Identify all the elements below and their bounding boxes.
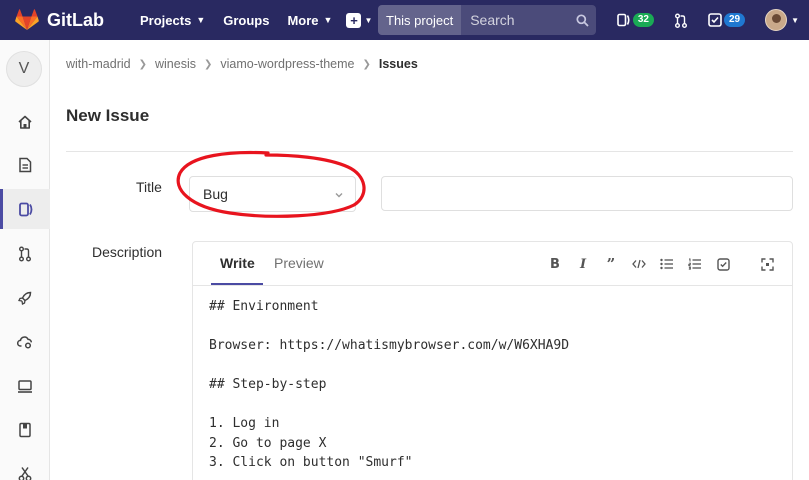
- todo-icon: [708, 13, 722, 27]
- sidebar-item-snippets[interactable]: [0, 454, 50, 480]
- search-box[interactable]: This project Search: [378, 5, 596, 35]
- book-icon: [19, 422, 31, 438]
- nav-groups-label: Groups: [223, 12, 270, 28]
- issues-icon: [19, 202, 33, 216]
- breadcrumb-link[interactable]: viamo-wordpress-theme: [220, 57, 354, 71]
- tab-write[interactable]: Write: [220, 255, 255, 271]
- nav-groups[interactable]: Groups: [214, 0, 278, 40]
- nav-merge-requests[interactable]: [662, 0, 700, 40]
- sidebar-item-operations[interactable]: [0, 322, 50, 362]
- active-tab-indicator: [211, 283, 263, 285]
- breadcrumb-link[interactable]: winesis: [155, 57, 196, 71]
- nav-issues[interactable]: 32: [609, 0, 662, 40]
- chevron-down-icon: ▼: [364, 15, 373, 25]
- nav-projects[interactable]: Projects ▼: [131, 0, 214, 40]
- issue-template-select[interactable]: Bug: [189, 176, 356, 212]
- bold-icon[interactable]: B: [547, 256, 563, 272]
- nav-more-label: More: [287, 12, 319, 28]
- quote-icon[interactable]: ”: [603, 255, 619, 273]
- nav-more[interactable]: More ▼: [278, 0, 341, 40]
- issue-template-value: Bug: [203, 186, 228, 202]
- bullet-list-icon[interactable]: [659, 256, 675, 272]
- gitlab-logo[interactable]: GitLab: [15, 9, 104, 31]
- nav-projects-label: Projects: [140, 12, 192, 28]
- scissors-icon: [18, 467, 32, 480]
- issue-title-input[interactable]: [381, 176, 793, 211]
- description-label: Description: [92, 244, 163, 260]
- sidebar-item-repository[interactable]: [0, 145, 50, 185]
- breadcrumb-current[interactable]: Issues: [379, 57, 418, 71]
- divider: [66, 151, 793, 152]
- chevron-right-icon: ❯: [138, 58, 147, 70]
- merge-request-icon: [674, 13, 687, 28]
- sidebar-item-project[interactable]: [0, 102, 50, 142]
- todos-count-badge: 29: [723, 13, 746, 27]
- tab-preview[interactable]: Preview: [274, 255, 324, 271]
- search-icon: [568, 13, 596, 27]
- breadcrumb-link[interactable]: with-madrid: [66, 57, 131, 71]
- sidebar-item-environments[interactable]: [0, 366, 50, 406]
- chevron-right-icon: ❯: [204, 58, 213, 70]
- app-name: GitLab: [47, 9, 104, 30]
- sidebar-item-ci-cd[interactable]: [0, 278, 50, 318]
- project-sidebar: V: [0, 40, 50, 480]
- breadcrumb: with-madrid ❯ winesis ❯ viamo-wordpress-…: [66, 57, 418, 71]
- rocket-icon: [18, 291, 32, 305]
- merge-requests-icon: [19, 246, 31, 262]
- issues-count-badge: 32: [632, 13, 654, 27]
- nav-todos[interactable]: 29: [700, 0, 753, 40]
- chevron-down-icon: ▼: [196, 15, 206, 25]
- monitor-icon: [18, 379, 32, 393]
- search-scope-badge[interactable]: This project: [378, 5, 462, 35]
- description-textarea[interactable]: ## Environment Browser: https://whatismy…: [209, 297, 569, 473]
- user-menu[interactable]: ▼: [753, 0, 809, 40]
- italic-icon[interactable]: I: [575, 256, 591, 272]
- page-title: New Issue: [66, 106, 150, 125]
- fullscreen-icon[interactable]: [759, 256, 775, 272]
- issues-icon: [617, 13, 630, 27]
- chevron-down-icon: ▼: [323, 15, 333, 25]
- numbered-list-icon[interactable]: [687, 256, 703, 272]
- editor-toolbar: Write Preview B I ”: [193, 242, 792, 286]
- search-input[interactable]: Search: [461, 12, 568, 28]
- description-editor: Write Preview B I ” ## Environment Brows…: [192, 241, 793, 480]
- plus-icon: +: [346, 12, 362, 28]
- sidebar-item-wiki[interactable]: [0, 410, 50, 450]
- task-list-icon[interactable]: [715, 256, 731, 272]
- tanuki-icon: [15, 9, 39, 30]
- sidebar-item-merge-requests[interactable]: [0, 234, 50, 274]
- navbar-right: 32 29 ▼: [609, 0, 809, 40]
- chevron-right-icon: ❯: [362, 58, 371, 70]
- new-menu-button[interactable]: + ▼: [345, 9, 373, 31]
- avatar: [765, 9, 788, 31]
- home-icon: [18, 115, 32, 129]
- code-icon[interactable]: [631, 256, 647, 272]
- top-navbar: GitLab Projects ▼ Groups More ▼ + ▼ This…: [0, 0, 809, 40]
- sidebar-item-issues[interactable]: [0, 189, 50, 229]
- chevron-down-icon: [334, 187, 344, 203]
- cloud-gear-icon: [16, 336, 32, 349]
- title-label: Title: [136, 179, 162, 195]
- project-avatar[interactable]: V: [6, 51, 42, 87]
- repository-icon: [19, 157, 32, 173]
- chevron-down-icon: ▼: [791, 15, 799, 25]
